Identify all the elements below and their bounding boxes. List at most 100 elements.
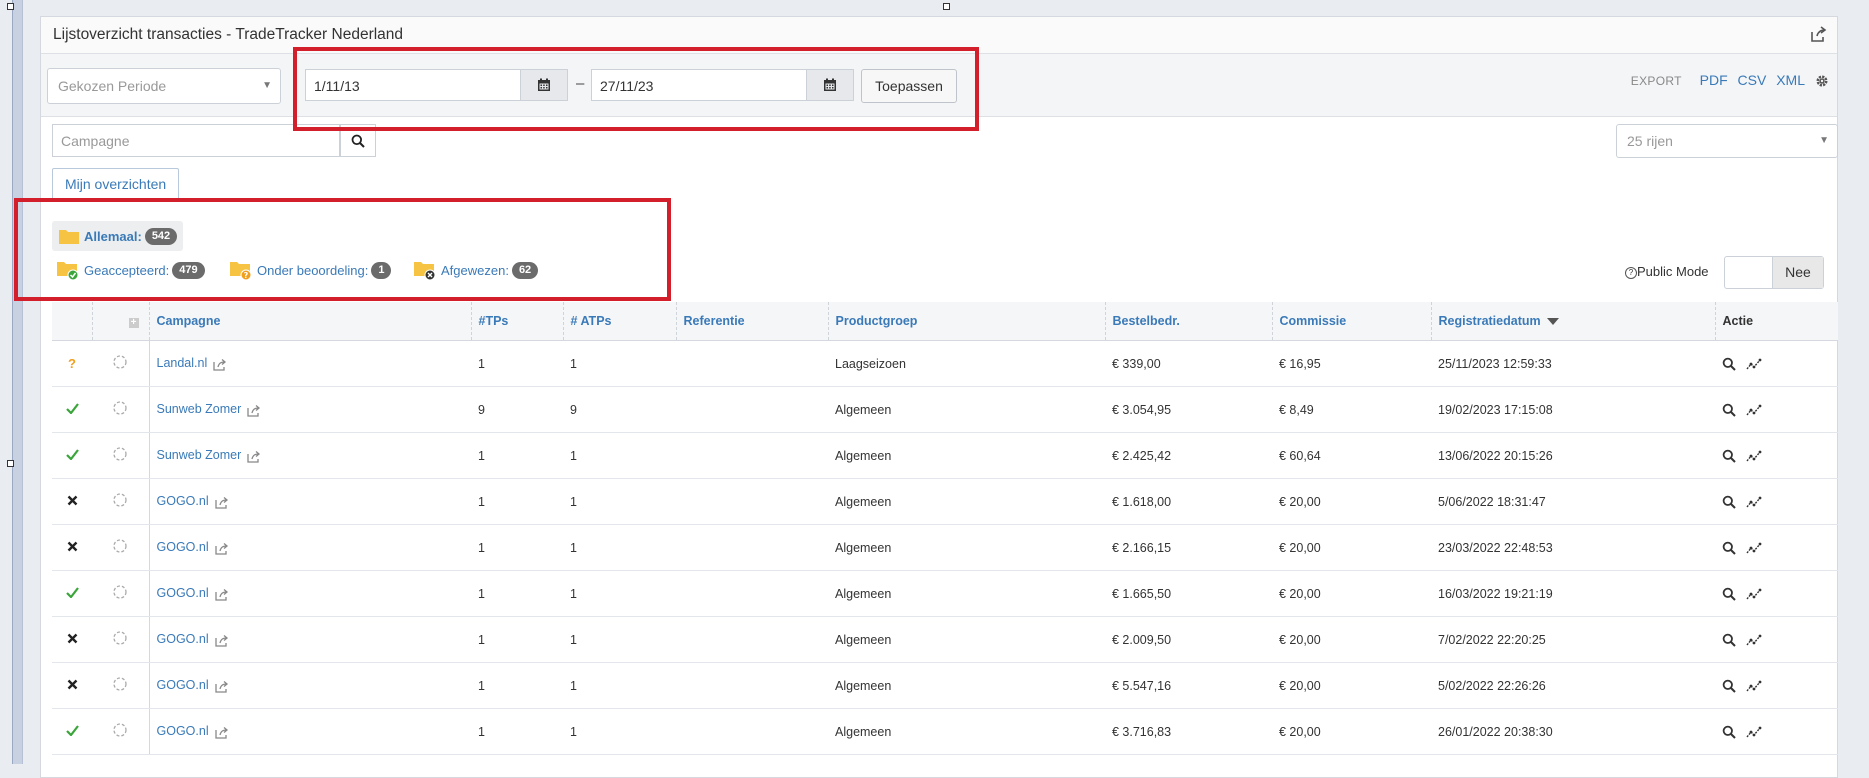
search-icon[interactable] <box>1722 541 1736 555</box>
date-to-input[interactable]: 27/11/23 <box>591 69 807 101</box>
search-button[interactable] <box>340 124 376 157</box>
atps-cell: 9 <box>563 386 676 433</box>
search-icon[interactable] <box>1722 725 1736 739</box>
refresh-cell[interactable] <box>92 478 150 525</box>
refresh-cell[interactable] <box>92 432 150 479</box>
export-label: EXPORT <box>1630 74 1682 88</box>
cross-icon <box>67 633 77 643</box>
chart-icon[interactable] <box>1746 357 1762 371</box>
refresh-cell[interactable] <box>92 616 150 663</box>
calendar-from-button[interactable] <box>520 69 568 101</box>
external-link-icon[interactable] <box>214 588 229 601</box>
refresh-cell[interactable] <box>92 662 150 709</box>
registration-date-cell: 23/03/2022 22:48:53 <box>1431 524 1715 571</box>
search-icon[interactable] <box>1722 587 1736 601</box>
external-link-icon[interactable] <box>214 726 229 739</box>
chart-icon[interactable] <box>1746 541 1762 555</box>
external-link-icon[interactable] <box>214 496 229 509</box>
chart-icon[interactable] <box>1746 633 1762 647</box>
external-link-icon[interactable] <box>214 680 229 693</box>
search-icon[interactable] <box>1722 449 1736 463</box>
column-header-campaign[interactable]: Campagne <box>149 302 472 341</box>
refresh-icon <box>113 631 127 645</box>
share-icon[interactable] <box>1809 26 1827 44</box>
search-icon[interactable] <box>1722 495 1736 509</box>
campaign-link[interactable]: GOGO.nl <box>157 632 209 646</box>
column-header-tps[interactable]: #TPs <box>471 302 564 341</box>
apply-button[interactable]: Toepassen <box>861 69 957 103</box>
search-icon[interactable] <box>1722 357 1736 371</box>
help-icon[interactable]: ? <box>1625 267 1637 279</box>
column-header-product-group[interactable]: Productgroep <box>828 302 1106 341</box>
calendar-to-button[interactable] <box>806 69 854 101</box>
folder-rejected[interactable]: Afgewezen: 62 <box>413 259 539 281</box>
export-xml-link[interactable]: XML <box>1776 72 1805 88</box>
chart-icon[interactable] <box>1746 679 1762 693</box>
folder-accepted-icon <box>57 262 79 281</box>
campaign-link[interactable]: GOGO.nl <box>157 586 209 600</box>
select-all-header[interactable]: + <box>92 302 150 341</box>
reference-cell <box>676 478 828 525</box>
registration-date-cell: 16/03/2022 19:21:19 <box>1431 570 1715 617</box>
folder-rejected-label: Afgewezen: <box>441 262 509 278</box>
campaign-search-input[interactable]: Campagne <box>52 124 340 157</box>
campaign-link[interactable]: Sunweb Zomer <box>157 402 242 416</box>
folder-rejected-count: 62 <box>511 261 539 279</box>
folder-pending[interactable]: ? Onder beoordeling: 1 <box>229 259 392 281</box>
search-icon[interactable] <box>1722 679 1736 693</box>
column-header-registration-date[interactable]: Registratiedatum <box>1431 302 1716 341</box>
campaign-link[interactable]: Sunweb Zomer <box>157 448 242 462</box>
atps-cell: 1 <box>563 524 676 571</box>
resize-handle[interactable] <box>7 460 14 467</box>
refresh-cell[interactable] <box>92 570 150 617</box>
campaign-link[interactable]: GOGO.nl <box>157 724 209 738</box>
chart-icon[interactable] <box>1746 449 1762 463</box>
column-header-reference[interactable]: Referentie <box>676 302 829 341</box>
panel-header: Lijstoverzicht transacties - TradeTracke… <box>41 17 1837 54</box>
gear-icon[interactable] <box>1815 74 1829 91</box>
external-link-icon[interactable] <box>212 358 227 371</box>
my-overviews-button[interactable]: Mijn overzichten <box>52 168 180 200</box>
campaign-link[interactable]: GOGO.nl <box>157 540 209 554</box>
campaign-link[interactable]: GOGO.nl <box>157 678 209 692</box>
product-group-cell: Algemeen <box>828 478 1105 525</box>
refresh-cell[interactable] <box>92 708 150 755</box>
plus-square-icon[interactable]: + <box>128 318 139 328</box>
external-link-icon[interactable] <box>246 450 261 463</box>
external-link-icon[interactable] <box>214 634 229 647</box>
campaign-cell: GOGO.nl <box>149 616 471 663</box>
public-mode-toggle[interactable]: Nee <box>1724 256 1824 289</box>
table-row: GOGO.nl 1 1 Algemeen € 2.166,15 € 20,00 23/03/… <box>52 524 1838 571</box>
chart-icon[interactable] <box>1746 403 1762 417</box>
resize-handle[interactable] <box>7 3 14 10</box>
rows-per-page-select[interactable]: 25 rijen ▼ <box>1616 124 1838 158</box>
column-header-order-amount[interactable]: Bestelbedr. <box>1105 302 1273 341</box>
folder-accepted[interactable]: Geaccepteerd: 479 <box>56 259 205 281</box>
search-icon[interactable] <box>1722 633 1736 647</box>
chart-icon[interactable] <box>1746 587 1762 601</box>
public-mode: ? Public Mode <box>1625 264 1709 279</box>
chart-icon[interactable] <box>1746 725 1762 739</box>
actions-cell <box>1715 570 1838 617</box>
refresh-cell[interactable] <box>92 386 150 433</box>
resize-handle[interactable] <box>943 3 950 10</box>
date-from-input[interactable]: 1/11/13 <box>305 69 521 101</box>
column-header-commission[interactable]: Commissie <box>1272 302 1432 341</box>
status-cell <box>52 662 92 709</box>
campaign-link[interactable]: Landal.nl <box>157 356 208 370</box>
refresh-cell[interactable] <box>92 340 150 387</box>
external-link-icon[interactable] <box>214 542 229 555</box>
export-pdf-link[interactable]: PDF <box>1700 72 1728 88</box>
external-link-icon[interactable] <box>246 404 261 417</box>
column-header-atps[interactable]: # ATPs <box>563 302 677 341</box>
atps-cell: 1 <box>563 708 676 755</box>
search-icon[interactable] <box>1722 403 1736 417</box>
period-select[interactable]: Gekozen Periode ▼ <box>47 68 281 104</box>
folder-all[interactable]: Allemaal: 542 <box>52 221 184 251</box>
chart-icon[interactable] <box>1746 495 1762 509</box>
campaign-link[interactable]: GOGO.nl <box>157 494 209 508</box>
export-csv-link[interactable]: CSV <box>1738 72 1767 88</box>
refresh-cell[interactable] <box>92 524 150 571</box>
registration-date-cell: 7/02/2022 22:20:25 <box>1431 616 1715 663</box>
period-select-value: Gekozen Periode <box>58 78 167 94</box>
